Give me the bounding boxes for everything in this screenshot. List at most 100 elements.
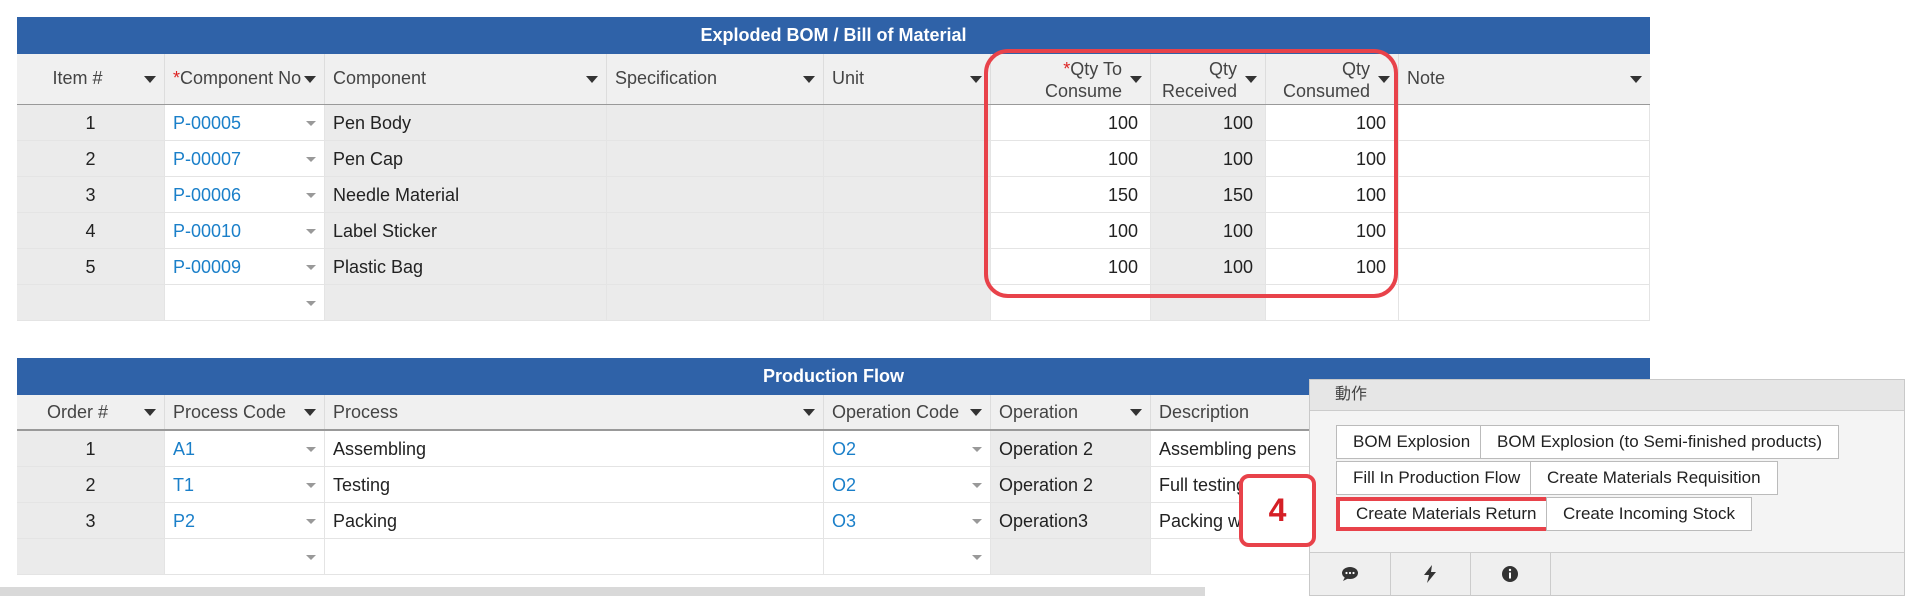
comment-button[interactable]	[1310, 553, 1391, 595]
order-cell: 2	[17, 467, 165, 503]
dropdown-arrow-icon[interactable]	[306, 555, 316, 560]
operation-code-cell[interactable]: O2	[824, 467, 991, 503]
note-cell[interactable]	[1399, 213, 1650, 249]
bom-explosion-semi-button[interactable]: BOM Explosion (to Semi-finished products…	[1480, 425, 1840, 459]
operation-code-cell[interactable]: O2	[824, 431, 991, 467]
dropdown-arrow-icon[interactable]	[972, 519, 982, 524]
note-cell[interactable]	[1399, 141, 1650, 177]
operation-code-cell[interactable]	[824, 539, 991, 575]
component-no-cell[interactable]: P-00010	[165, 213, 325, 249]
item-cell: 3	[17, 177, 165, 213]
component-no-cell[interactable]: P-00007	[165, 141, 325, 177]
dropdown-arrow-icon[interactable]	[306, 265, 316, 270]
operation-cell: Operation 2	[991, 467, 1151, 503]
qty-columns-highlight	[984, 49, 1398, 298]
required-mark: *	[173, 68, 181, 88]
fill-production-flow-button[interactable]: Fill In Production Flow	[1336, 461, 1538, 495]
col-component-no-label: *Component No	[173, 68, 301, 89]
col-process-code[interactable]: Process Code	[165, 395, 325, 429]
component-no-cell[interactable]: P-00006	[165, 177, 325, 213]
specification-cell	[607, 249, 824, 285]
flow-title-text: Production Flow	[763, 366, 904, 386]
table-row: 4 P-00010 Label Sticker 100 100 100	[17, 213, 1650, 249]
item-cell: 1	[17, 105, 165, 141]
actions-panel: 動作 BOM Explosion BOM Explosion (to Semi-…	[1309, 379, 1905, 596]
note-cell[interactable]	[1399, 105, 1650, 141]
sort-arrow-icon[interactable]	[586, 76, 598, 83]
info-button[interactable]	[1470, 553, 1551, 595]
empty-table-row	[17, 285, 1650, 321]
sort-arrow-icon[interactable]	[970, 409, 982, 416]
col-process-label: Process	[333, 402, 399, 422]
create-materials-return-button[interactable]: Create Materials Return	[1336, 497, 1557, 531]
create-incoming-stock-button[interactable]: Create Incoming Stock	[1546, 497, 1752, 531]
process-code-cell[interactable]	[165, 539, 325, 575]
unit-cell	[824, 177, 991, 213]
col-note[interactable]: Note	[1399, 54, 1650, 104]
sort-arrow-icon[interactable]	[304, 76, 316, 83]
panel-toolbar	[1310, 552, 1904, 595]
col-order[interactable]: Order #	[17, 395, 165, 429]
sort-arrow-icon[interactable]	[144, 76, 156, 83]
col-operation[interactable]: Operation	[991, 395, 1151, 429]
dropdown-arrow-icon[interactable]	[972, 483, 982, 488]
operation-cell	[991, 539, 1151, 575]
item-cell: 5	[17, 249, 165, 285]
col-component-no[interactable]: *Component No	[165, 54, 325, 104]
dropdown-arrow-icon[interactable]	[972, 447, 982, 452]
col-process[interactable]: Process	[325, 395, 824, 429]
create-materials-requisition-button[interactable]: Create Materials Requisition	[1530, 461, 1778, 495]
note-cell[interactable]	[1399, 177, 1650, 213]
sort-arrow-icon[interactable]	[1630, 76, 1642, 83]
process-cell: Testing	[325, 467, 824, 503]
process-code-cell[interactable]: P2	[165, 503, 325, 539]
process-cell: Assembling	[325, 431, 824, 467]
component-no-cell[interactable]: P-00005	[165, 105, 325, 141]
dropdown-arrow-icon[interactable]	[306, 121, 316, 126]
note-cell[interactable]	[1399, 285, 1650, 321]
specification-cell	[607, 105, 824, 141]
component-no-cell[interactable]	[165, 285, 325, 321]
order-cell: 3	[17, 503, 165, 539]
specification-cell	[607, 177, 824, 213]
col-component[interactable]: Component	[325, 54, 607, 104]
col-operation-code[interactable]: Operation Code	[824, 395, 991, 429]
dropdown-arrow-icon[interactable]	[306, 193, 316, 198]
bom-explosion-button[interactable]: BOM Explosion	[1336, 425, 1488, 459]
component-no-cell[interactable]: P-00009	[165, 249, 325, 285]
item-cell: 4	[17, 213, 165, 249]
bom-header-row: Item # *Component No Component Specifica…	[17, 54, 1650, 106]
dropdown-arrow-icon[interactable]	[306, 483, 316, 488]
horizontal-scrollbar[interactable]	[0, 587, 1205, 596]
dropdown-arrow-icon[interactable]	[972, 555, 982, 560]
automation-button[interactable]	[1390, 553, 1471, 595]
sort-arrow-icon[interactable]	[803, 409, 815, 416]
sort-arrow-icon[interactable]	[970, 76, 982, 83]
sort-arrow-icon[interactable]	[304, 409, 316, 416]
operation-code-cell[interactable]: O3	[824, 503, 991, 539]
sort-arrow-icon[interactable]	[144, 409, 156, 416]
dropdown-arrow-icon[interactable]	[306, 157, 316, 162]
component-no-text: Component No	[180, 68, 302, 88]
note-cell[interactable]	[1399, 249, 1650, 285]
sort-arrow-icon[interactable]	[803, 76, 815, 83]
dropdown-arrow-icon[interactable]	[306, 229, 316, 234]
process-code-cell[interactable]: A1	[165, 431, 325, 467]
dropdown-arrow-icon[interactable]	[306, 519, 316, 524]
process-code-cell[interactable]: T1	[165, 467, 325, 503]
order-cell	[17, 539, 165, 575]
lightning-icon	[1424, 565, 1436, 583]
col-item[interactable]: Item #	[17, 54, 165, 104]
col-specification[interactable]: Specification	[607, 54, 824, 104]
col-operation-label: Operation	[999, 402, 1079, 422]
dropdown-arrow-icon[interactable]	[306, 301, 316, 306]
col-unit[interactable]: Unit	[824, 54, 991, 104]
bom-title-text: Exploded BOM / Bill of Material	[700, 25, 967, 45]
order-cell: 1	[17, 431, 165, 467]
unit-cell	[824, 141, 991, 177]
component-cell: Pen Body	[325, 105, 607, 141]
sort-arrow-icon[interactable]	[1130, 409, 1142, 416]
col-description-label: Description	[1159, 402, 1250, 422]
component-cell: Pen Cap	[325, 141, 607, 177]
dropdown-arrow-icon[interactable]	[306, 447, 316, 452]
